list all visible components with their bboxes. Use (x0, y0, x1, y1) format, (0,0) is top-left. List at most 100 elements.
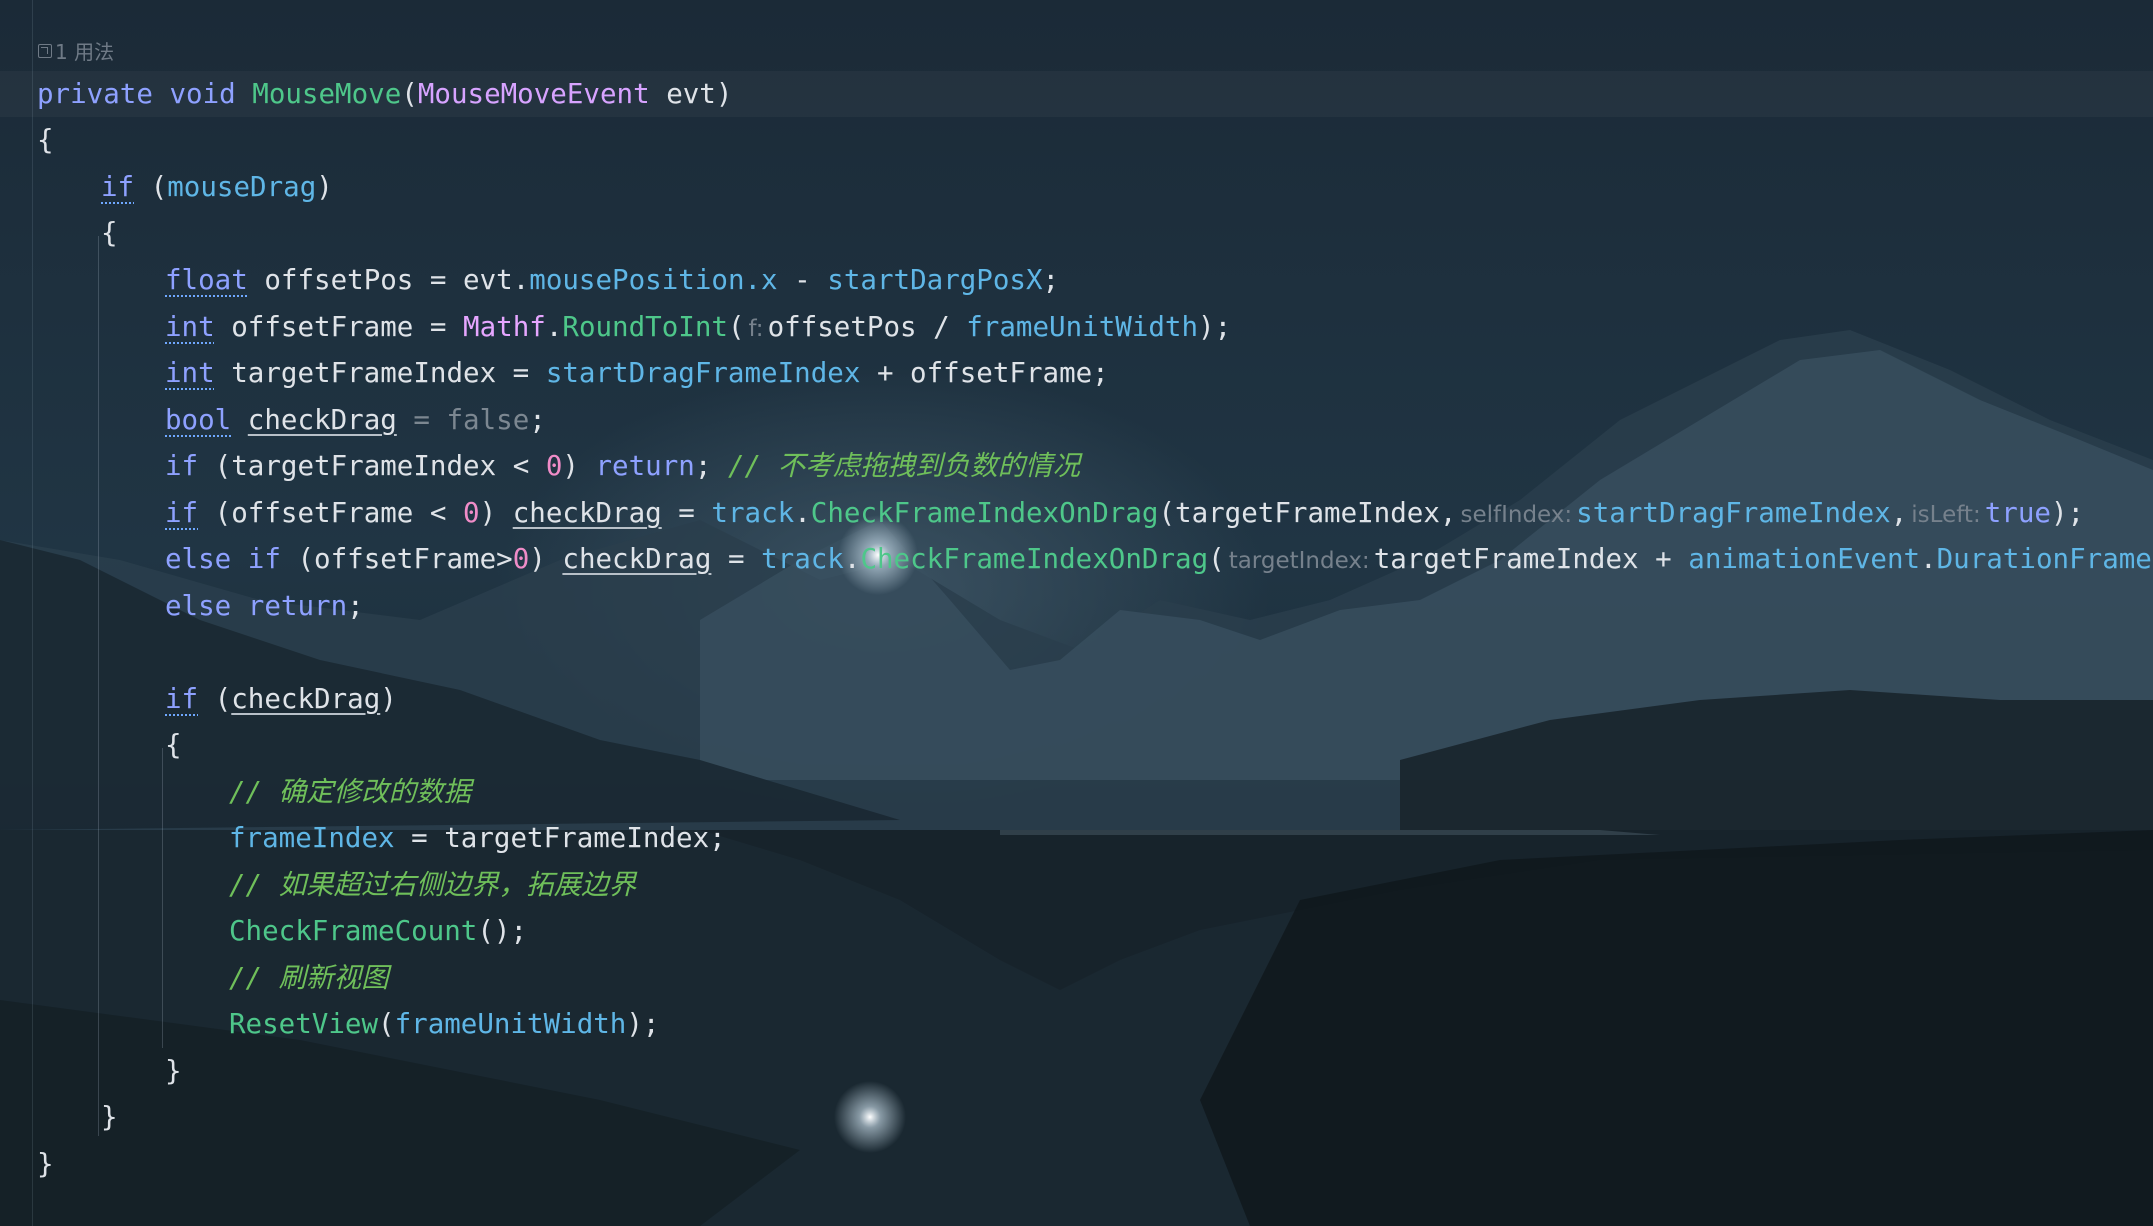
code-line-3[interactable]: if (mouseDrag) (101, 164, 333, 210)
punctuation: ; (1042, 264, 1060, 296)
brace: { (101, 217, 118, 249)
code-text: = targetFrameIndex; (394, 822, 726, 854)
code-line-14[interactable]: if (checkDrag) (165, 676, 397, 722)
code-text: (targetFrameIndex < (198, 450, 546, 482)
code-line-6[interactable]: int offsetFrame = Mathf.RoundToInt(f: off… (165, 304, 1231, 350)
code-text: offsetPos / (767, 311, 967, 343)
code-text: (targetFrameIndex, (1158, 497, 1457, 529)
punctuation: ) (479, 497, 513, 529)
keyword: if (165, 683, 199, 715)
variable[interactable]: mouseDrag (167, 171, 316, 203)
field[interactable]: frameIndex (229, 822, 395, 854)
code-text: (offsetFrame < (198, 497, 464, 529)
code-line-5[interactable]: float offsetPos = evt.mousePosition.x - … (165, 257, 1059, 303)
code-line-17[interactable]: frameIndex = targetFrameIndex; (229, 815, 726, 861)
operator: = (661, 497, 712, 529)
field[interactable]: frameUnitWidth (395, 1008, 627, 1040)
code-line-24[interactable]: } (37, 1141, 54, 1187)
code-line-1[interactable]: private void MouseMove(MouseMoveEvent ev… (37, 71, 732, 117)
usage-hint[interactable]: 1 用法 (38, 36, 114, 65)
punctuation: ) (316, 171, 333, 203)
code-line-22[interactable]: } (165, 1048, 182, 1094)
code-line-2[interactable]: { (37, 117, 54, 163)
punctuation: ( (1208, 543, 1225, 575)
code-line-23[interactable]: } (101, 1094, 118, 1140)
method-call[interactable]: CheckFrameIndexOnDrag (860, 543, 1208, 575)
punctuation: . (1920, 543, 1937, 575)
number: 0 (463, 497, 480, 529)
code-area[interactable]: 1 用法 private void MouseMove(MouseMoveEve… (0, 0, 2153, 1226)
code-line-9[interactable]: if (targetFrameIndex < 0) return; // 不考虑… (165, 443, 1080, 489)
punctuation: ; (347, 590, 364, 622)
number: 0 (545, 450, 563, 482)
variable[interactable]: checkDrag (562, 543, 711, 575)
punctuation: ( (134, 171, 168, 203)
code-line-7[interactable]: int targetFrameIndex = startDragFrameInd… (165, 350, 1109, 396)
punctuation: ) (380, 683, 397, 715)
code-text: offsetPos = evt. (247, 264, 530, 296)
type-keyword: int (165, 311, 215, 343)
keyword: else (165, 590, 232, 622)
variable[interactable]: checkDrag (231, 683, 380, 715)
keyword: void (169, 78, 236, 110)
method-call[interactable]: CheckFrameIndexOnDrag (811, 497, 1159, 529)
punctuation: (); (477, 915, 528, 947)
punctuation: ); (1198, 311, 1232, 343)
brace: { (37, 124, 54, 156)
variable[interactable]: checkDrag (513, 497, 662, 529)
keyword: true (1984, 497, 2051, 529)
punctuation: . (545, 311, 563, 343)
type-name[interactable]: MouseMoveEvent (418, 78, 650, 110)
method-call[interactable]: ResetView (229, 1008, 378, 1040)
code-line-10[interactable]: if (offsetFrame < 0) checkDrag = track.C… (165, 490, 2084, 536)
brace: } (37, 1148, 54, 1180)
parameter-hint: isLeft: (1911, 502, 1981, 528)
comment: // (229, 776, 279, 808)
field[interactable]: startDragFrameIndex (1576, 497, 1891, 529)
code-line-18[interactable]: // 如果超过右侧边界，拓展边界 (229, 862, 636, 908)
code-line-11[interactable]: else if (offsetFrame>0) checkDrag = trac… (165, 536, 2153, 582)
punctuation: ); (626, 1008, 660, 1040)
method-call[interactable]: RoundToInt (562, 311, 728, 343)
class-name[interactable]: Mathf (463, 311, 546, 343)
variable[interactable]: checkDrag (248, 404, 397, 436)
keyword: if (165, 497, 199, 529)
field[interactable]: startDargPosX (827, 264, 1042, 296)
punctuation: ( (378, 1008, 395, 1040)
method-name[interactable]: MouseMove (252, 78, 401, 110)
code-line-21[interactable]: ResetView(frameUnitWidth); (229, 1001, 660, 1047)
code-line-16[interactable]: // 确定修改的数据 (229, 769, 471, 815)
field[interactable]: track (711, 497, 794, 529)
punctuation: ( (727, 311, 745, 343)
code-editor[interactable]: 1 用法 private void MouseMove(MouseMoveEve… (0, 0, 2153, 1226)
code-text: targetFrameIndex + (1373, 543, 1689, 575)
code-line-8[interactable]: bool checkDrag = false; (165, 397, 546, 443)
keyword: else if (165, 543, 281, 575)
field[interactable]: DurationFrame (1937, 543, 2152, 575)
code-line-20[interactable]: // 刷新视图 (229, 955, 389, 1001)
code-line-19[interactable]: CheckFrameCount(); (229, 908, 527, 954)
keyword: return (595, 450, 695, 482)
field[interactable]: mousePosition.x (529, 264, 777, 296)
method-call[interactable]: CheckFrameCount (229, 915, 477, 947)
field[interactable]: startDragFrameIndex (546, 357, 861, 389)
code-line-12[interactable]: else return; (165, 583, 364, 629)
code-text: targetFrameIndex = (214, 357, 546, 389)
field[interactable]: track (761, 543, 844, 575)
code-line-4[interactable]: { (101, 210, 118, 256)
code-line-15[interactable]: { (165, 722, 182, 768)
keyword: if (165, 450, 199, 482)
type-keyword: float (165, 264, 248, 296)
punctuation: ) (715, 78, 733, 110)
indent-guide (162, 748, 163, 1048)
operator: - (777, 264, 828, 296)
field[interactable]: animationEvent (1688, 543, 1920, 575)
parameter-hint: f: (748, 316, 764, 342)
field[interactable]: frameUnitWidth (966, 311, 1198, 343)
punctuation: . (794, 497, 811, 529)
code-text: (offsetFrame> (280, 543, 513, 575)
operator: = (711, 543, 762, 575)
gutter-edge (32, 0, 33, 1226)
